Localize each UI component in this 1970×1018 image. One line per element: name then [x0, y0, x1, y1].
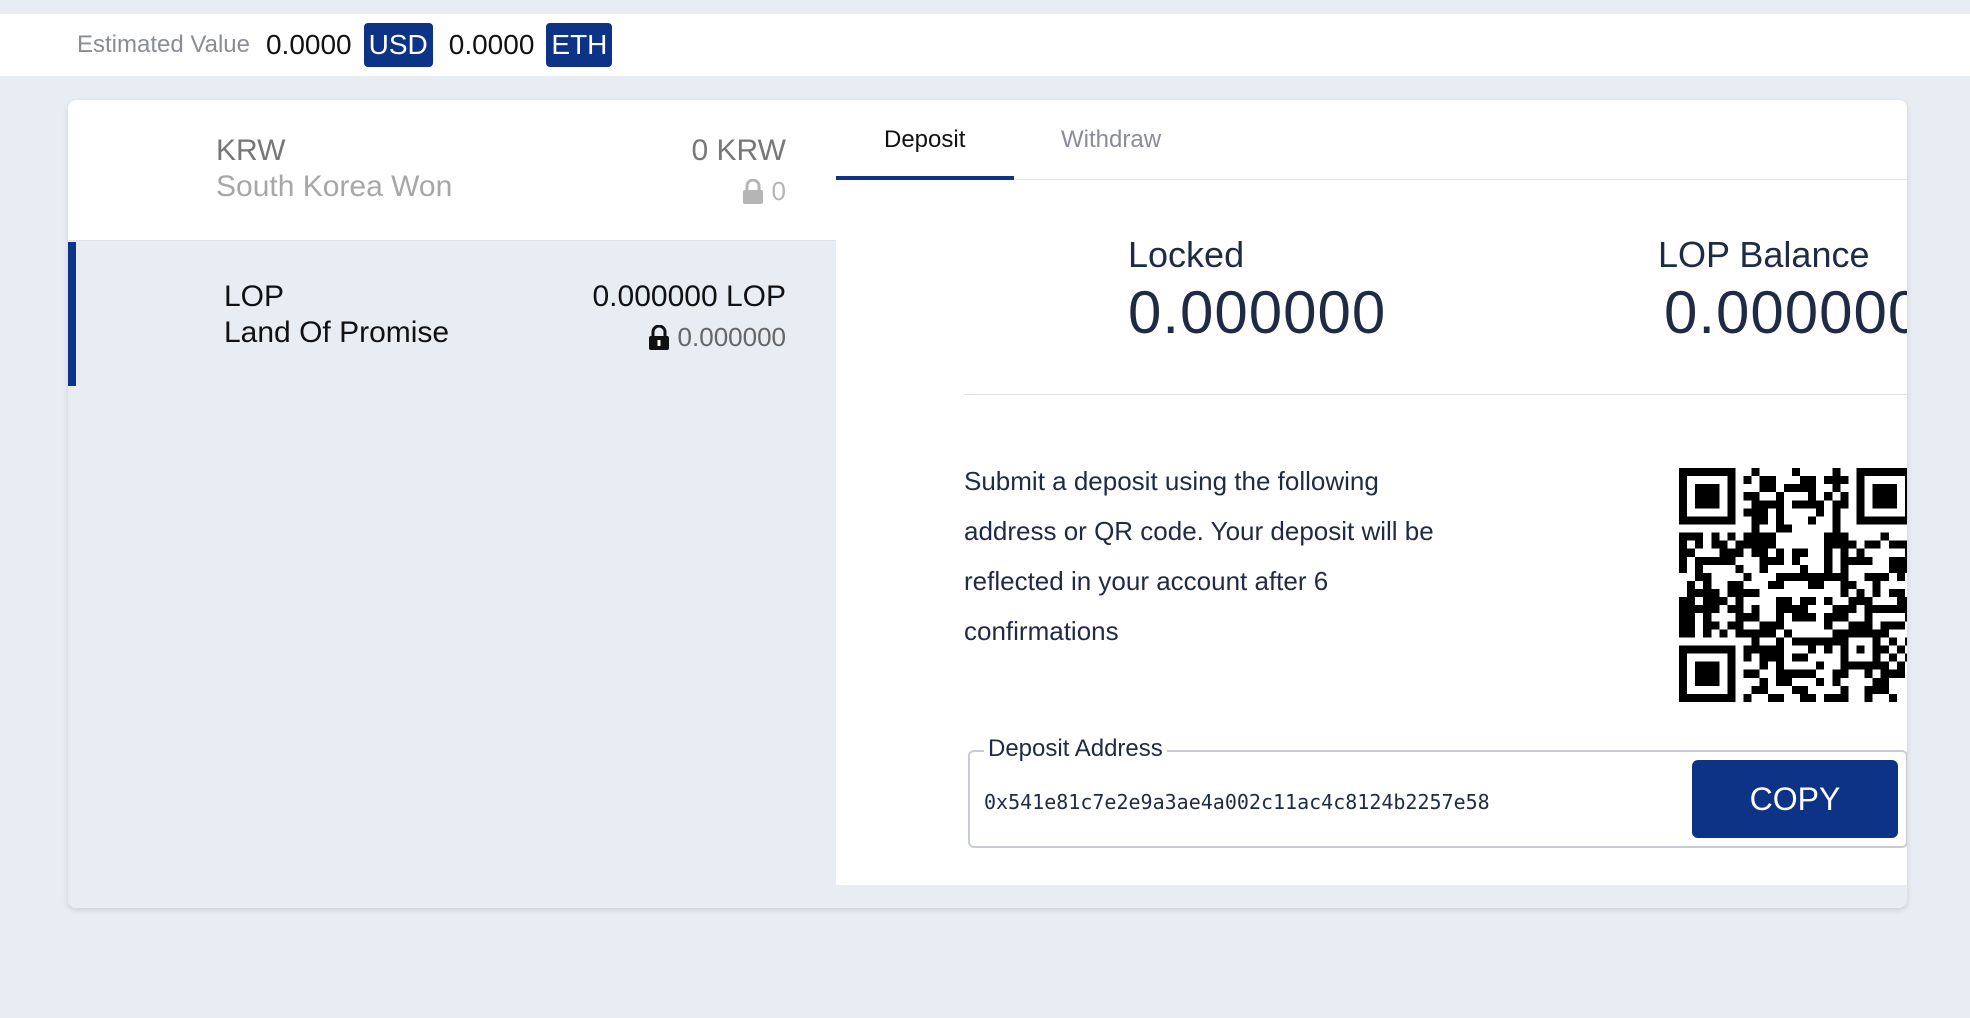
usd-badge[interactable]: USD	[363, 23, 433, 67]
locked-value: 0.000000	[1128, 279, 1387, 346]
estimated-value-bar: Estimated Value 0.0000 USD 0.0000 ETH	[0, 14, 1970, 76]
divider	[964, 394, 1907, 395]
asset-item-krw[interactable]: KRW South Korea Won 0 KRW 0	[68, 100, 836, 241]
active-tab-indicator	[836, 176, 1014, 180]
eth-value: 0.0000	[448, 29, 535, 60]
balance-value: 0.000000	[1664, 279, 1907, 346]
estimated-value-label: Estimated Value	[77, 31, 250, 58]
usd-value: 0.0000	[265, 29, 352, 60]
tab-withdraw[interactable]: Withdraw	[1061, 126, 1161, 154]
deposit-address-value[interactable]: 0x541e81c7e2e9a3ae4a002c11ac4c8124b2257e…	[984, 790, 1490, 814]
deposit-instructions: Submit a deposit using the following add…	[964, 466, 1434, 646]
asset-locked-value: 0.000000	[677, 322, 786, 352]
wallet-card: KRW South Korea Won 0 KRW 0 LOP Land Of …	[68, 100, 1907, 908]
deposit-address-label: Deposit Address	[984, 735, 1167, 763]
deposit-panel: Deposit Withdraw Locked 0.000000 LOP Bal…	[836, 100, 1907, 885]
copy-button[interactable]: COPY	[1692, 760, 1898, 838]
asset-code: KRW	[216, 134, 286, 167]
asset-locked: 0	[742, 176, 786, 207]
qr-code	[1679, 468, 1907, 702]
tab-deposit[interactable]: Deposit	[884, 126, 965, 154]
asset-name: South Korea Won	[216, 170, 453, 203]
locked-label: Locked	[1128, 234, 1245, 275]
eth-badge[interactable]: ETH	[546, 23, 613, 67]
asset-code: LOP	[224, 280, 285, 313]
selected-indicator	[68, 242, 76, 386]
lock-icon	[742, 178, 763, 204]
asset-item-lop[interactable]: LOP Land Of Promise 0.000000 LOP 0.00000…	[68, 242, 836, 386]
asset-balance: 0.000000 LOP	[592, 280, 787, 313]
tab-bar: Deposit Withdraw	[836, 100, 1907, 180]
asset-balance: 0 KRW	[691, 134, 786, 167]
asset-locked-value: 0	[771, 176, 786, 206]
balance-label: LOP Balance	[1658, 234, 1870, 275]
lock-icon	[648, 324, 669, 350]
asset-locked: 0.000000	[648, 322, 786, 353]
asset-name: Land Of Promise	[224, 316, 450, 349]
deposit-address-field: Deposit Address 0x541e81c7e2e9a3ae4a002c…	[968, 735, 1907, 848]
asset-list: KRW South Korea Won 0 KRW 0 LOP Land Of …	[68, 100, 836, 908]
